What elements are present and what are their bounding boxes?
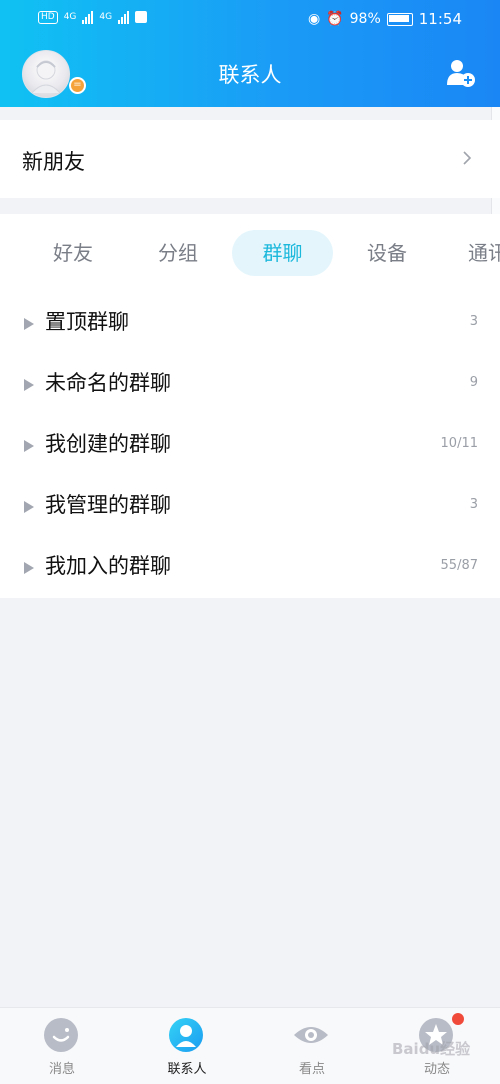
expand-arrow-icon	[24, 501, 34, 513]
group-category-row[interactable]: 我加入的群聊 55/87	[0, 536, 500, 597]
contact-tabs: 好友 分组 群聊 设备 通讯	[0, 230, 500, 276]
message-icon	[44, 1018, 78, 1052]
nav-kandian[interactable]: 看点	[262, 1017, 362, 1083]
new-friends-row[interactable]: 新朋友	[0, 120, 500, 198]
contacts-icon	[169, 1018, 203, 1052]
group-category-count: 55/87	[440, 558, 478, 573]
group-category-row[interactable]: 未命名的群聊 9	[0, 353, 500, 414]
group-category-count: 3	[469, 314, 478, 329]
watermark: Baidu经验	[392, 1040, 471, 1058]
signal-icon	[82, 10, 94, 24]
network-label-1: 4G	[63, 12, 77, 22]
tab-groups[interactable]: 分组	[145, 230, 211, 276]
expand-arrow-icon	[24, 318, 34, 330]
group-category-name: 我管理的群聊	[45, 493, 171, 517]
expand-arrow-icon	[24, 440, 34, 452]
tab-devices[interactable]: 设备	[354, 230, 420, 276]
alarm-icon: ⏰	[326, 11, 344, 27]
eye-icon	[294, 1027, 328, 1043]
group-category-count: 10/11	[440, 436, 478, 451]
group-category-row[interactable]: 我管理的群聊 3	[0, 475, 500, 536]
expand-arrow-icon	[24, 562, 34, 574]
nav-messages-label: 消息	[48, 1062, 75, 1077]
network-label-2: 4G	[99, 12, 113, 22]
groups-panel: 好友 分组 群聊 设备 通讯 置顶群聊 3 未命名的群聊 9 我创建的群聊 10…	[0, 214, 500, 598]
clock-time: 11:54	[418, 10, 462, 28]
group-category-row[interactable]: 我创建的群聊 10/11	[0, 414, 500, 475]
location-icon	[135, 11, 148, 23]
signal-icon-2	[118, 10, 130, 24]
group-category-name: 我加入的群聊	[45, 554, 171, 578]
nav-messages[interactable]: 消息	[12, 1017, 112, 1083]
notification-dot	[452, 1013, 464, 1025]
group-category-count: 3	[469, 497, 478, 512]
nav-moments-label: 动态	[423, 1062, 450, 1077]
tab-friends[interactable]: 好友	[40, 230, 106, 276]
battery-percent: 98%	[349, 11, 381, 27]
group-category-name: 置顶群聊	[45, 310, 129, 334]
add-contact-icon[interactable]	[446, 58, 476, 88]
group-category-name: 未命名的群聊	[45, 371, 171, 395]
eye-status-icon: ◉	[307, 11, 321, 27]
group-category-count: 9	[469, 375, 478, 390]
expand-arrow-icon	[24, 379, 34, 391]
page-title: 联系人	[218, 63, 282, 87]
hd-badge: HD	[38, 10, 58, 24]
title-row: = 联系人	[0, 50, 500, 98]
nav-kandian-label: 看点	[298, 1062, 325, 1077]
group-category-name: 我创建的群聊	[45, 432, 171, 456]
nav-contacts[interactable]: 联系人	[137, 1017, 237, 1083]
tab-contacts-book[interactable]: 通讯	[468, 230, 500, 276]
app-header: HD 4G 4G ◉ ⏰ 98% 11:54 = 联系人	[0, 0, 500, 107]
battery-icon	[386, 12, 413, 26]
status-bar: HD 4G 4G ◉ ⏰ 98% 11:54	[0, 0, 500, 38]
nav-contacts-label: 联系人	[167, 1062, 207, 1077]
new-friends-label: 新朋友	[22, 150, 85, 174]
group-category-row[interactable]: 置顶群聊 3	[0, 292, 500, 353]
tab-group-chats[interactable]: 群聊	[232, 230, 333, 276]
chevron-right-icon	[463, 151, 472, 165]
